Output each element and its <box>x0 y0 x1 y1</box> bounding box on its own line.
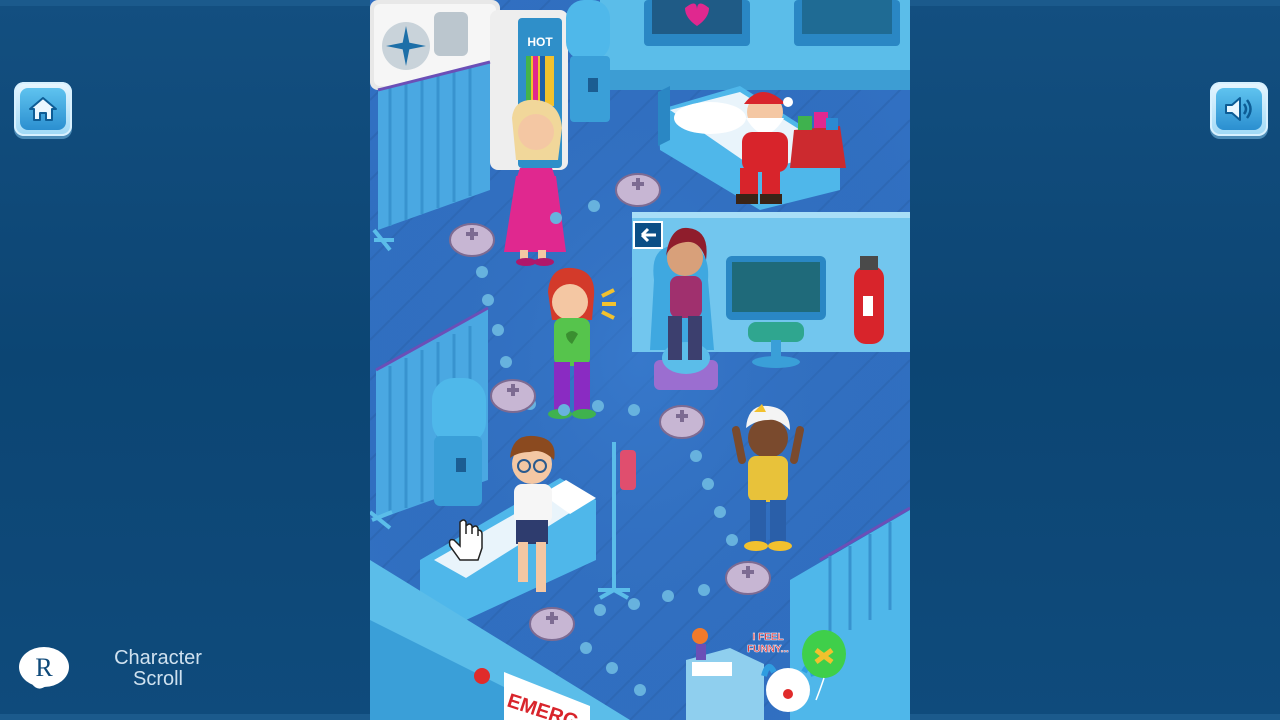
brand-logo-letter: R <box>35 653 53 682</box>
level-stop[interactable] <box>615 173 661 207</box>
home-button[interactable] <box>14 82 72 136</box>
hospital-map: HOT EMERG I FEEL FUNNY... <box>370 0 910 720</box>
speaker-icon <box>1225 97 1252 121</box>
top-strip <box>0 0 370 6</box>
bottom-strip <box>0 714 370 720</box>
wall-baseboard <box>600 70 910 90</box>
sound-button[interactable] <box>1210 82 1268 136</box>
level-stop[interactable] <box>529 607 575 641</box>
brand-logo: R <box>19 647 69 689</box>
wall-monitor <box>794 0 900 46</box>
level-stop[interactable] <box>659 405 705 439</box>
water-cooler <box>432 378 486 506</box>
top-strip <box>910 0 1280 6</box>
brand-caption: Character Scroll <box>100 648 216 690</box>
brand-caption-line2: Scroll <box>132 668 183 690</box>
bottom-strip <box>910 714 1280 720</box>
game-scene[interactable]: HOT EMERG I FEEL FUNNY... <box>370 0 910 720</box>
gift-sack <box>790 112 846 168</box>
sound-button-face <box>1216 88 1262 130</box>
speech-line1: I FEEL <box>752 632 783 643</box>
level-stop[interactable] <box>449 223 495 257</box>
water-cooler-top <box>566 0 610 122</box>
home-button-face <box>20 88 66 130</box>
vending-label: HOT <box>527 35 553 49</box>
brand-caption-line1: Character <box>114 647 202 669</box>
level-stop[interactable] <box>725 561 771 595</box>
level-stop[interactable] <box>490 379 536 413</box>
speech-line2: FUNNY... <box>747 644 789 655</box>
speech-text: I FEEL FUNNY... <box>747 632 789 656</box>
home-icon <box>29 97 57 121</box>
heart-monitor <box>644 0 750 46</box>
